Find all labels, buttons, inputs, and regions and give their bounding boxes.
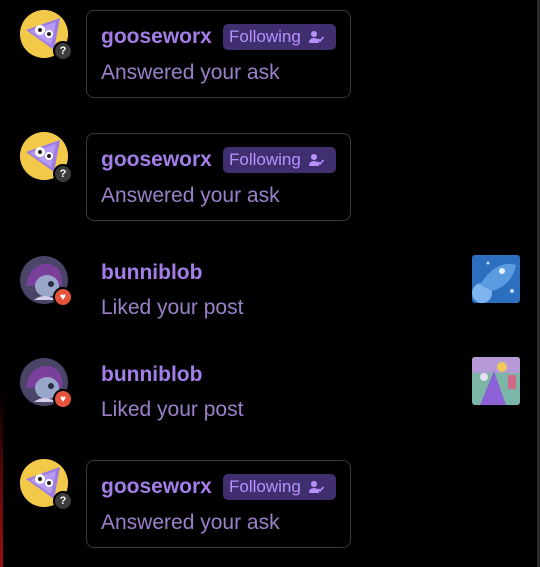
ask-badge-icon: ?	[53, 491, 73, 511]
username[interactable]: gooseworx	[101, 148, 212, 172]
post-thumbnail-image	[472, 255, 520, 303]
notification-message: Liked your post	[101, 296, 244, 319]
post-thumbnail-image	[472, 357, 520, 405]
username[interactable]: gooseworx	[101, 25, 212, 49]
following-label: Following	[229, 477, 301, 496]
notification-item[interactable]: ♥ bunniblob Liked your post	[0, 245, 540, 345]
ask-badge-icon: ?	[53, 164, 73, 184]
notification-item[interactable]: ? gooseworx Following Answered your ask	[0, 450, 540, 560]
notification-message: Answered your ask	[101, 511, 280, 534]
ask-badge-icon: ?	[53, 41, 73, 61]
heart-icon: ♥	[53, 389, 73, 409]
user-check-icon	[308, 481, 324, 493]
notification-message: Liked your post	[101, 398, 244, 421]
following-label: Following	[229, 27, 301, 46]
post-thumbnail[interactable]	[472, 357, 520, 405]
following-badge[interactable]: Following	[223, 147, 336, 173]
post-thumbnail[interactable]	[472, 255, 520, 303]
notification-message: Answered your ask	[101, 184, 280, 207]
following-badge[interactable]: Following	[223, 24, 336, 50]
heart-icon: ♥	[53, 287, 73, 307]
following-label: Following	[229, 150, 301, 169]
notification-message: Answered your ask	[101, 61, 280, 84]
user-check-icon	[308, 31, 324, 43]
username[interactable]: gooseworx	[101, 475, 212, 499]
notification-item[interactable]: ? gooseworx Following Answered your ask	[0, 0, 540, 110]
username[interactable]: bunniblob	[101, 261, 202, 285]
user-check-icon	[308, 154, 324, 166]
following-badge[interactable]: Following	[223, 474, 336, 500]
username[interactable]: bunniblob	[101, 363, 202, 387]
notification-item[interactable]: ? gooseworx Following Answered your ask	[0, 123, 540, 233]
notification-item[interactable]: ♥ bunniblob Liked your post	[0, 347, 540, 447]
